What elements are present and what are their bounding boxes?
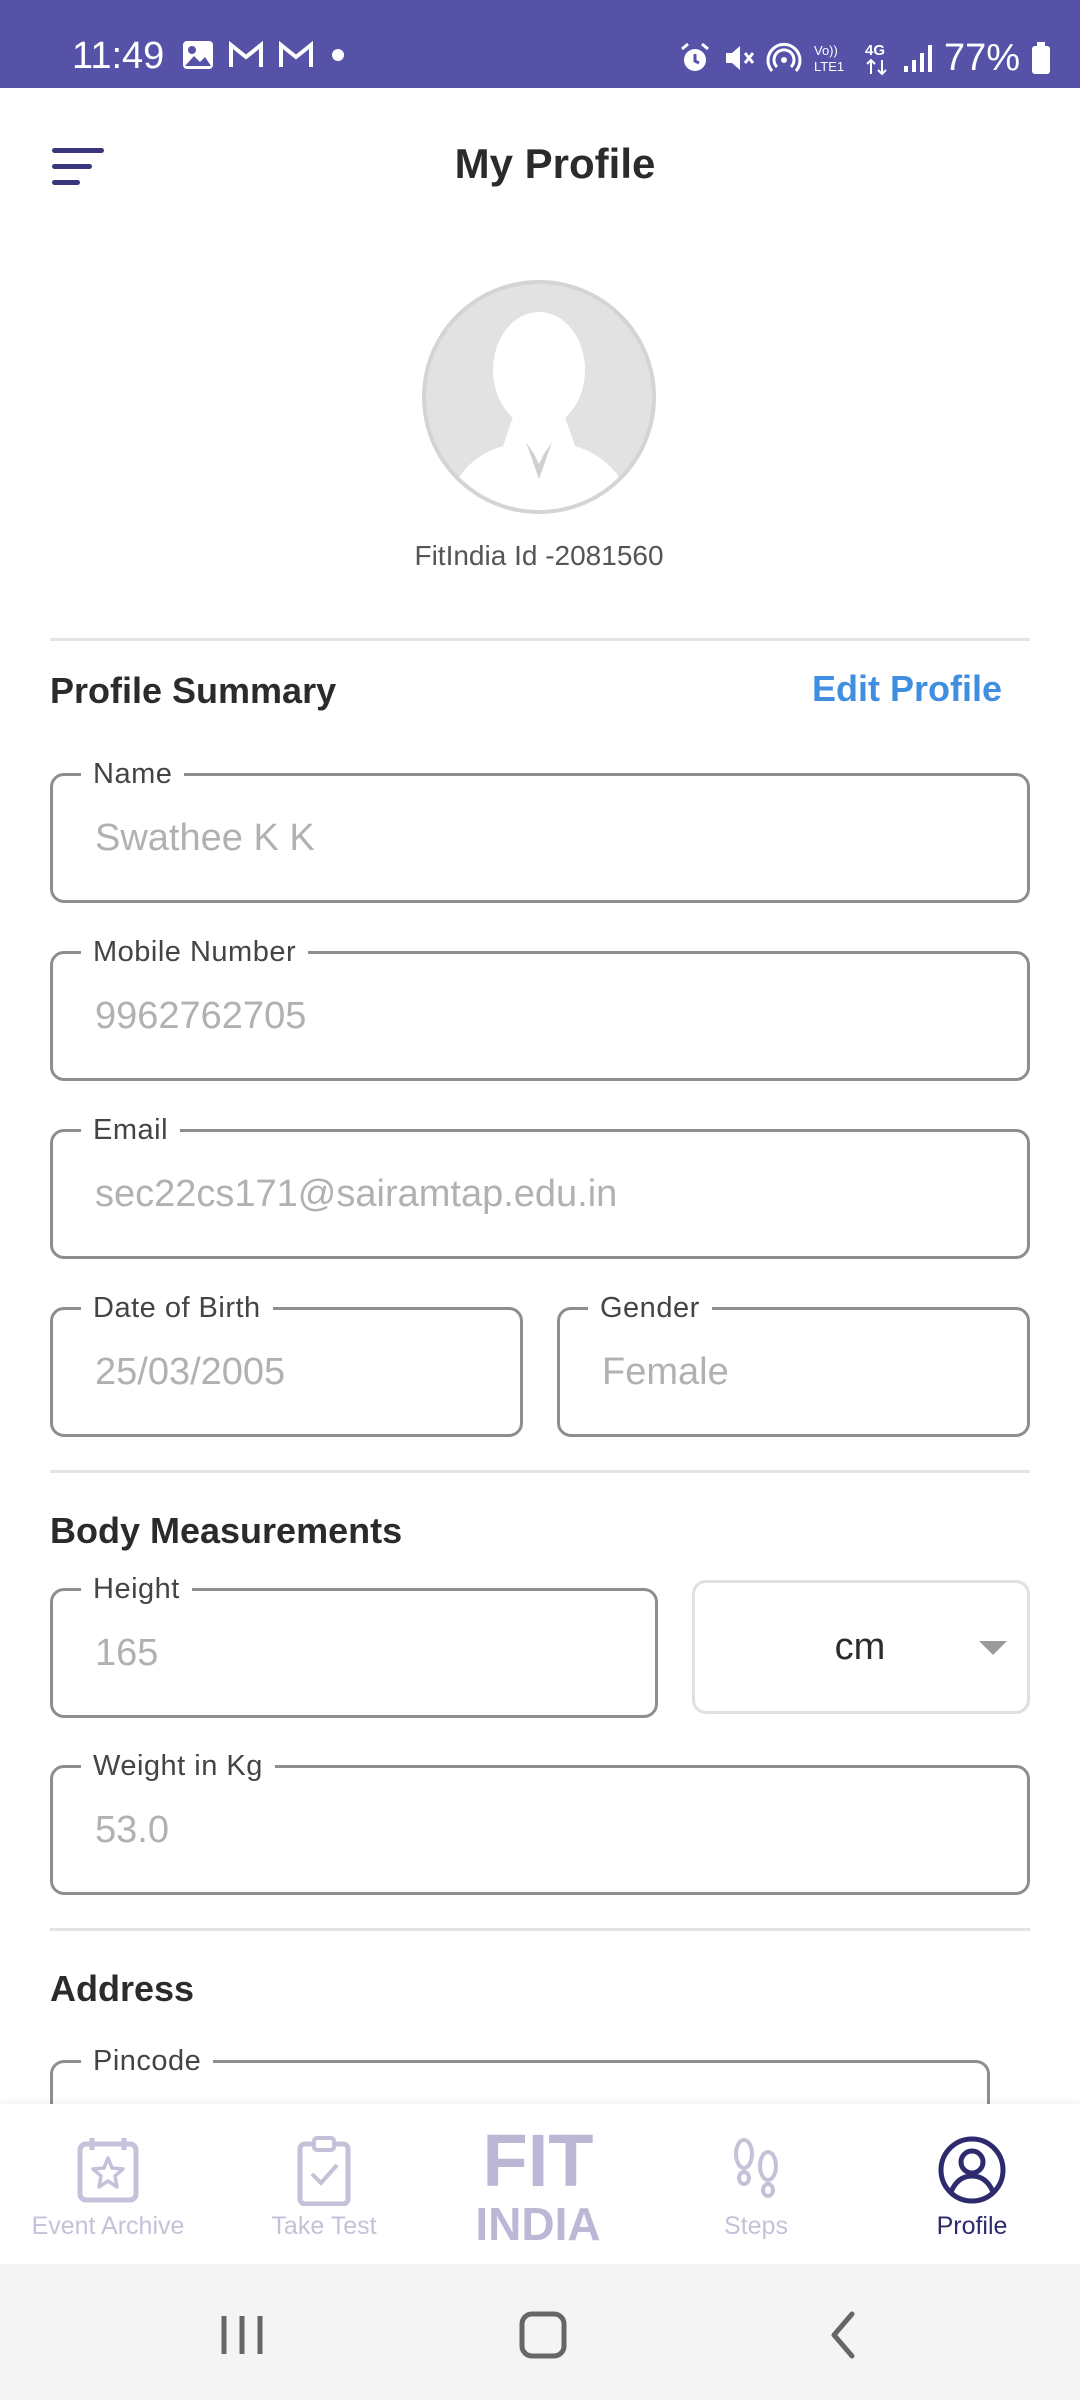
gmail-icon xyxy=(279,41,313,67)
system-navigation-bar xyxy=(0,2264,1080,2400)
height-unit-select[interactable]: cm xyxy=(692,1580,1030,1714)
nav-profile[interactable]: Profile xyxy=(864,2104,1080,2264)
battery-icon xyxy=(1032,42,1050,74)
nav-take-test[interactable]: Take Test xyxy=(216,2104,432,2264)
body-measurements-title: Body Measurements xyxy=(50,1510,403,1551)
gender-value: Female xyxy=(602,1350,729,1393)
nav-take-test-label: Take Test xyxy=(271,2212,377,2240)
email-field[interactable]: Email sec22cs171@sairamtap.edu.in xyxy=(50,1114,1030,1259)
mobile-number-value: 9962762705 xyxy=(95,994,307,1037)
fit-india-logo-text-bottom: INDIA xyxy=(475,2198,600,2248)
profile-summary-title: Profile Summary xyxy=(50,670,337,711)
signal-icon xyxy=(903,45,932,72)
page-title: My Profile xyxy=(454,140,656,187)
email-value: sec22cs171@sairamtap.edu.in xyxy=(95,1172,618,1215)
divider xyxy=(50,1470,1030,1473)
back-icon xyxy=(831,2311,855,2359)
name-field[interactable]: Name Swathee K K xyxy=(50,758,1030,903)
default-avatar-icon xyxy=(446,312,632,510)
recent-apps-icon xyxy=(221,2316,263,2354)
volte-icon: Vo))LTE1 xyxy=(814,43,844,74)
profile-icon xyxy=(938,2136,1006,2204)
gender-field[interactable]: Gender Female xyxy=(557,1292,1030,1437)
4g-icon: 4G xyxy=(865,42,887,76)
gallery-icon xyxy=(183,41,213,69)
weight-value: 53.0 xyxy=(95,1808,169,1851)
date-of-birth-field[interactable]: Date of Birth 25/03/2005 xyxy=(50,1292,523,1437)
svg-text:4G: 4G xyxy=(865,42,885,59)
fit-india-logo-text-top: FIT xyxy=(483,2124,594,2202)
nav-event-archive[interactable]: Event Archive xyxy=(0,2104,216,2264)
battery-percent: 77% xyxy=(943,37,1020,79)
svg-text:LTE1: LTE1 xyxy=(814,59,844,74)
clipboard-check-icon xyxy=(297,2136,351,2206)
divider xyxy=(50,1928,1030,1931)
calendar-star-icon xyxy=(77,2138,139,2203)
app-bar: My Profile xyxy=(0,88,1080,248)
home-button[interactable] xyxy=(502,2304,582,2364)
divider xyxy=(50,638,1030,641)
height-value: 165 xyxy=(95,1631,159,1674)
mute-icon xyxy=(725,46,755,70)
status-bar: 11:49 Vo)) LTE1 4G 77% xyxy=(0,0,1080,88)
fit-india-logo[interactable]: FIT INDIA xyxy=(468,2119,608,2250)
svg-text:Vo)): Vo)) xyxy=(814,43,838,58)
footsteps-icon xyxy=(734,2138,778,2198)
height-field[interactable]: Height 165 xyxy=(50,1573,658,1718)
nav-profile-label: Profile xyxy=(936,2212,1008,2240)
recent-apps-button[interactable] xyxy=(202,2304,282,2364)
back-button[interactable] xyxy=(804,2304,884,2364)
pincode-label: Pincode xyxy=(81,2045,214,2077)
fitindia-id: FitIndia Id -2081560 xyxy=(414,540,664,571)
alarm-icon xyxy=(680,42,709,71)
edit-profile-link[interactable]: Edit Profile xyxy=(812,668,1002,710)
weight-field[interactable]: Weight in Kg 53.0 xyxy=(50,1750,1030,1895)
avatar[interactable] xyxy=(422,280,656,514)
height-unit-value: cm xyxy=(834,1625,886,1668)
mobile-number-field[interactable]: Mobile Number 9962762705 xyxy=(50,936,1030,1081)
gmail-icon xyxy=(229,41,263,67)
nav-steps-label: Steps xyxy=(724,2212,788,2240)
dot-icon xyxy=(332,49,344,61)
name-value: Swathee K K xyxy=(95,816,315,859)
nav-steps[interactable]: Steps xyxy=(648,2104,864,2264)
home-icon xyxy=(519,2311,567,2359)
chevron-down-icon xyxy=(979,1641,1007,1655)
nav-event-archive-label: Event Archive xyxy=(31,2212,185,2240)
address-title: Address xyxy=(50,1968,195,2009)
status-time: 11:49 xyxy=(72,35,165,77)
date-of-birth-value: 25/03/2005 xyxy=(95,1350,286,1393)
hotspot-icon xyxy=(766,42,802,72)
